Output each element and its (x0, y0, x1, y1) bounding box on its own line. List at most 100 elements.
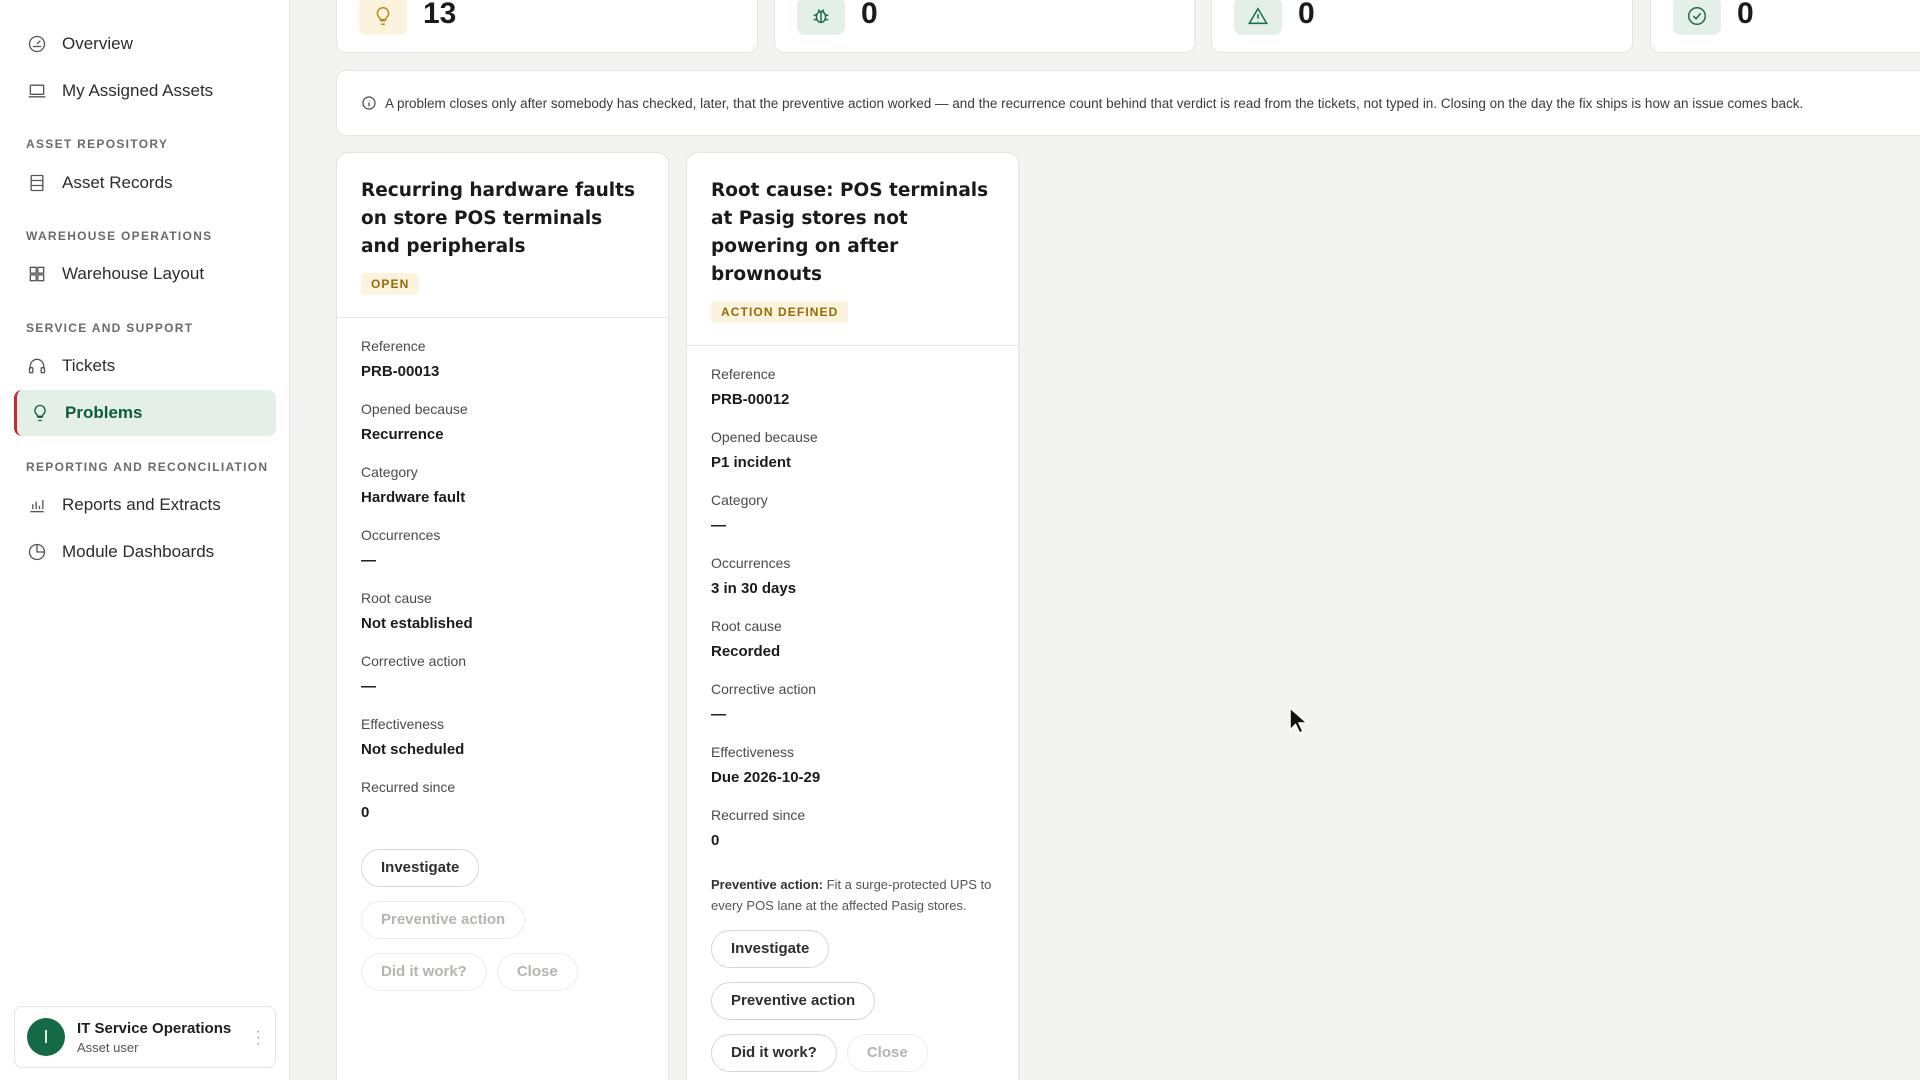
sidebar-item-label: Overview (62, 34, 133, 53)
field-value: — (711, 706, 726, 723)
headset-icon (26, 355, 48, 377)
sidebar-item-warehouse-layout[interactable]: Warehouse Layout (14, 251, 276, 297)
field-value: Due 2026-10-29 (711, 769, 821, 786)
field-occurrences: Occurrences — (361, 527, 644, 590)
button-row: Investigate (361, 849, 644, 901)
button-row: Did it work? Close (361, 953, 644, 1005)
field-effectiveness: Effectiveness Not scheduled (361, 716, 644, 779)
field-corrective-action: Corrective action — (361, 653, 644, 716)
problem-card-body: Reference PRB-00013 Opened because Recur… (337, 318, 668, 1005)
status-badge: ACTION DEFINED (711, 301, 849, 323)
preventive-action-note: Preventive action: Fit a surge-protected… (711, 874, 994, 916)
field-label: Category (711, 492, 768, 508)
sidebar-item-label: Reports and Extracts (62, 495, 221, 514)
sidebar-item-label: Module Dashboards (62, 542, 215, 561)
investigate-button[interactable]: Investigate (711, 930, 830, 968)
field-opened-because: Opened because P1 incident (711, 429, 994, 492)
stat-card-problems-total: 13 (336, 0, 758, 53)
field-reference: Reference PRB-00013 (361, 338, 644, 401)
field-label: Category (361, 464, 418, 480)
sidebar-item-label: My Assigned Assets (62, 81, 214, 100)
avatar: I (27, 1018, 65, 1056)
field-value: Not scheduled (361, 741, 465, 758)
field-label: Corrective action (361, 653, 467, 669)
field-label: Reference (711, 366, 776, 382)
field-occurrences: Occurrences 3 in 30 days (711, 555, 994, 618)
field-effectiveness: Effectiveness Due 2026-10-29 (711, 744, 994, 807)
user-role: Asset user (77, 1039, 139, 1055)
field-label: Reference (361, 338, 426, 354)
did-it-work-button[interactable]: Did it work? (711, 1034, 837, 1072)
field-value: P1 incident (711, 454, 792, 471)
field-opened-because: Opened because Recurrence (361, 401, 644, 464)
field-label: Effectiveness (361, 716, 445, 732)
sidebar-item-overview[interactable]: Overview (14, 21, 276, 67)
sidebar-item-label: Problems (65, 403, 143, 422)
section-heading-reporting: REPORTING AND RECONCILIATION (26, 460, 269, 474)
pie-chart-icon (26, 541, 48, 563)
preventive-action-button[interactable]: Preventive action (361, 901, 526, 939)
problem-card: Root cause: POS terminals at Pasig store… (686, 152, 1019, 1080)
gauge-icon (26, 33, 48, 55)
field-value: Hardware fault (361, 489, 466, 506)
sidebar-item-problems[interactable]: Problems (14, 390, 276, 436)
stat-value: 0 (1298, 0, 1315, 30)
close-button[interactable]: Close (496, 953, 578, 991)
field-recurred-since: Recurred since 0 (711, 807, 994, 870)
field-value: PRB-00012 (711, 391, 790, 408)
grid-icon (26, 263, 48, 285)
field-label: Recurred since (361, 779, 456, 795)
section-heading-asset-repository: ASSET REPOSITORY (26, 137, 169, 151)
field-recurred-since: Recurred since 0 (361, 779, 644, 849)
lightbulb-icon (359, 0, 407, 35)
bar-chart-icon (26, 494, 48, 516)
sidebar-item-label: Tickets (62, 356, 116, 375)
laptop-icon (26, 80, 48, 102)
problem-title: Recurring hardware faults on store POS t… (361, 180, 635, 257)
field-label: Root cause (711, 618, 782, 634)
sidebar-item-my-assigned-assets[interactable]: My Assigned Assets (14, 68, 276, 114)
stat-value: 0 (1737, 0, 1754, 30)
field-value: 0 (361, 804, 370, 821)
field-category: Category Hardware fault (361, 464, 644, 527)
user-name: IT Service Operations (77, 1019, 232, 1037)
sidebar-item-reports-and-extracts[interactable]: Reports and Extracts (14, 482, 276, 528)
field-root-cause: Root cause Not established (361, 590, 644, 653)
preventive-action-button[interactable]: Preventive action (711, 982, 876, 1020)
mouse-cursor-icon (1289, 706, 1309, 734)
problem-title: Root cause: POS terminals at Pasig store… (711, 180, 989, 285)
stat-card-closed: 0 (1650, 0, 1920, 53)
button-row: Preventive action (711, 982, 994, 1034)
stat-card-investigating: 0 (774, 0, 1195, 53)
bug-icon (797, 0, 845, 35)
field-value: — (361, 678, 376, 695)
sidebar: Overview My Assigned Assets ASSET REPOSI… (0, 0, 290, 1080)
stat-value: 0 (861, 0, 878, 30)
investigate-button[interactable]: Investigate (361, 849, 480, 887)
more-options-icon[interactable]: · · · (256, 1024, 261, 1052)
field-category: Category — (711, 492, 994, 555)
field-value: 0 (711, 832, 720, 849)
field-value: Recorded (711, 643, 781, 660)
status-badge: OPEN (361, 273, 420, 295)
button-row: Preventive action (361, 901, 644, 953)
sidebar-item-asset-records[interactable]: Asset Records (14, 160, 276, 206)
lightbulb-icon (29, 402, 51, 424)
field-root-cause: Root cause Recorded (711, 618, 994, 681)
sidebar-item-label: Warehouse Layout (62, 264, 205, 283)
did-it-work-button[interactable]: Did it work? (361, 953, 487, 991)
field-value: Not established (361, 615, 473, 632)
problem-card-header: Root cause: POS terminals at Pasig store… (687, 153, 1018, 346)
sidebar-item-label: Asset Records (62, 173, 173, 192)
field-label: Corrective action (711, 681, 817, 697)
sidebar-item-tickets[interactable]: Tickets (14, 343, 276, 389)
button-row: Investigate (711, 930, 994, 982)
stat-value: 13 (423, 0, 457, 30)
banner-text: A problem closes only after somebody has… (385, 95, 1804, 111)
close-button[interactable]: Close (846, 1034, 928, 1072)
sidebar-item-module-dashboards[interactable]: Module Dashboards (14, 529, 276, 575)
preventive-action-prefix: Preventive action: (711, 877, 823, 892)
info-banner: A problem closes only after somebody has… (336, 70, 1920, 136)
field-label: Occurrences (711, 555, 791, 571)
user-card[interactable]: I IT Service Operations Asset user · · · (14, 1006, 276, 1068)
